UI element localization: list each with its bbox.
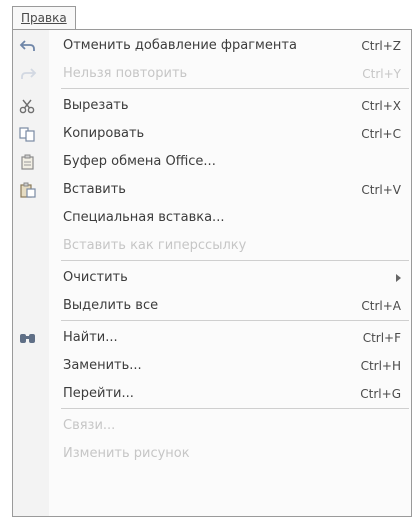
menu-item-label: Специальная вставка... <box>63 210 225 225</box>
separator <box>61 408 409 409</box>
menu-item-go-to[interactable]: Перейти... Ctrl+G <box>49 380 411 408</box>
menu-item-shortcut: Ctrl+G <box>360 387 401 401</box>
menu-item-redo: Нельзя повторить Ctrl+Y <box>21 60 411 88</box>
menu-item-shortcut: Ctrl+H <box>360 359 401 373</box>
menu-item-replace[interactable]: Заменить... Ctrl+H <box>49 352 411 380</box>
menu-item-label: Изменить рисунок <box>63 446 190 461</box>
menu-item-copy[interactable]: Копировать Ctrl+C <box>19 120 411 148</box>
menu-item-label: Заменить... <box>63 358 142 373</box>
menu-item-label: Буфер обмена Office... <box>63 154 216 169</box>
menu-item-label: Копировать <box>63 126 145 141</box>
separator <box>61 260 409 261</box>
menu-item-select-all[interactable]: Выделить все Ctrl+A <box>49 292 411 320</box>
menu-item-label: Связи... <box>63 418 116 433</box>
menu-item-shortcut: Ctrl+A <box>361 299 401 313</box>
menu-item-shortcut: Ctrl+Y <box>362 67 401 81</box>
menu-edit[interactable]: Правка <box>12 6 76 29</box>
menu-item-paste[interactable]: Вставить Ctrl+V <box>20 176 411 204</box>
menu-item-label: Вставить <box>63 182 126 197</box>
menu-item-paste-as-hyperlink: Вставить как гиперссылку <box>49 232 411 260</box>
find-icon <box>19 330 37 346</box>
menu-item-shortcut: Ctrl+X <box>361 99 401 113</box>
copy-icon <box>19 126 37 142</box>
separator <box>61 88 409 89</box>
menu-item-label: Вставить как гиперссылку <box>63 238 247 253</box>
submenu-arrow-icon <box>396 274 401 282</box>
scissors-icon <box>19 98 37 114</box>
menu-item-label: Вырезать <box>63 98 129 113</box>
menu-item-links: Связи... <box>49 412 411 440</box>
menu-item-edit-picture: Изменить рисунок <box>49 440 411 468</box>
menu-item-label: Найти... <box>63 330 118 345</box>
menu-item-office-clipboard[interactable]: Буфер обмена Office... <box>21 148 411 176</box>
menu-item-shortcut: Ctrl+V <box>361 183 401 197</box>
menu-item-shortcut: Ctrl+C <box>361 127 401 141</box>
undo-icon <box>19 38 37 54</box>
menu-item-shortcut: Ctrl+Z <box>361 39 401 53</box>
menu-item-find[interactable]: Найти... Ctrl+F <box>20 324 411 352</box>
menu-item-label: Выделить все <box>63 298 159 313</box>
menu-item-label: Нельзя повторить <box>63 66 188 81</box>
menu-item-paste-special[interactable]: Специальная вставка... <box>49 204 411 232</box>
redo-icon <box>19 66 37 82</box>
clipboard-icon <box>19 154 37 170</box>
menu-item-cut[interactable]: Вырезать Ctrl+X <box>19 92 411 120</box>
menu-item-undo[interactable]: Отменить добавление фрагмента Ctrl+Z <box>19 32 411 60</box>
paste-icon <box>19 182 37 198</box>
menu-item-label: Очистить <box>63 270 128 285</box>
separator <box>61 320 409 321</box>
menu-item-shortcut: Ctrl+F <box>362 331 401 345</box>
menu-item-clear[interactable]: Очистить <box>49 264 411 292</box>
menu-item-label: Отменить добавление фрагмента <box>63 38 297 53</box>
menu-item-label: Перейти... <box>63 386 134 401</box>
word-edit-menu-screen: Правка Отменить добавление фрагмента Ctr… <box>0 0 418 520</box>
edit-dropdown-menu: Отменить добавление фрагмента Ctrl+Z Нел… <box>12 29 412 517</box>
